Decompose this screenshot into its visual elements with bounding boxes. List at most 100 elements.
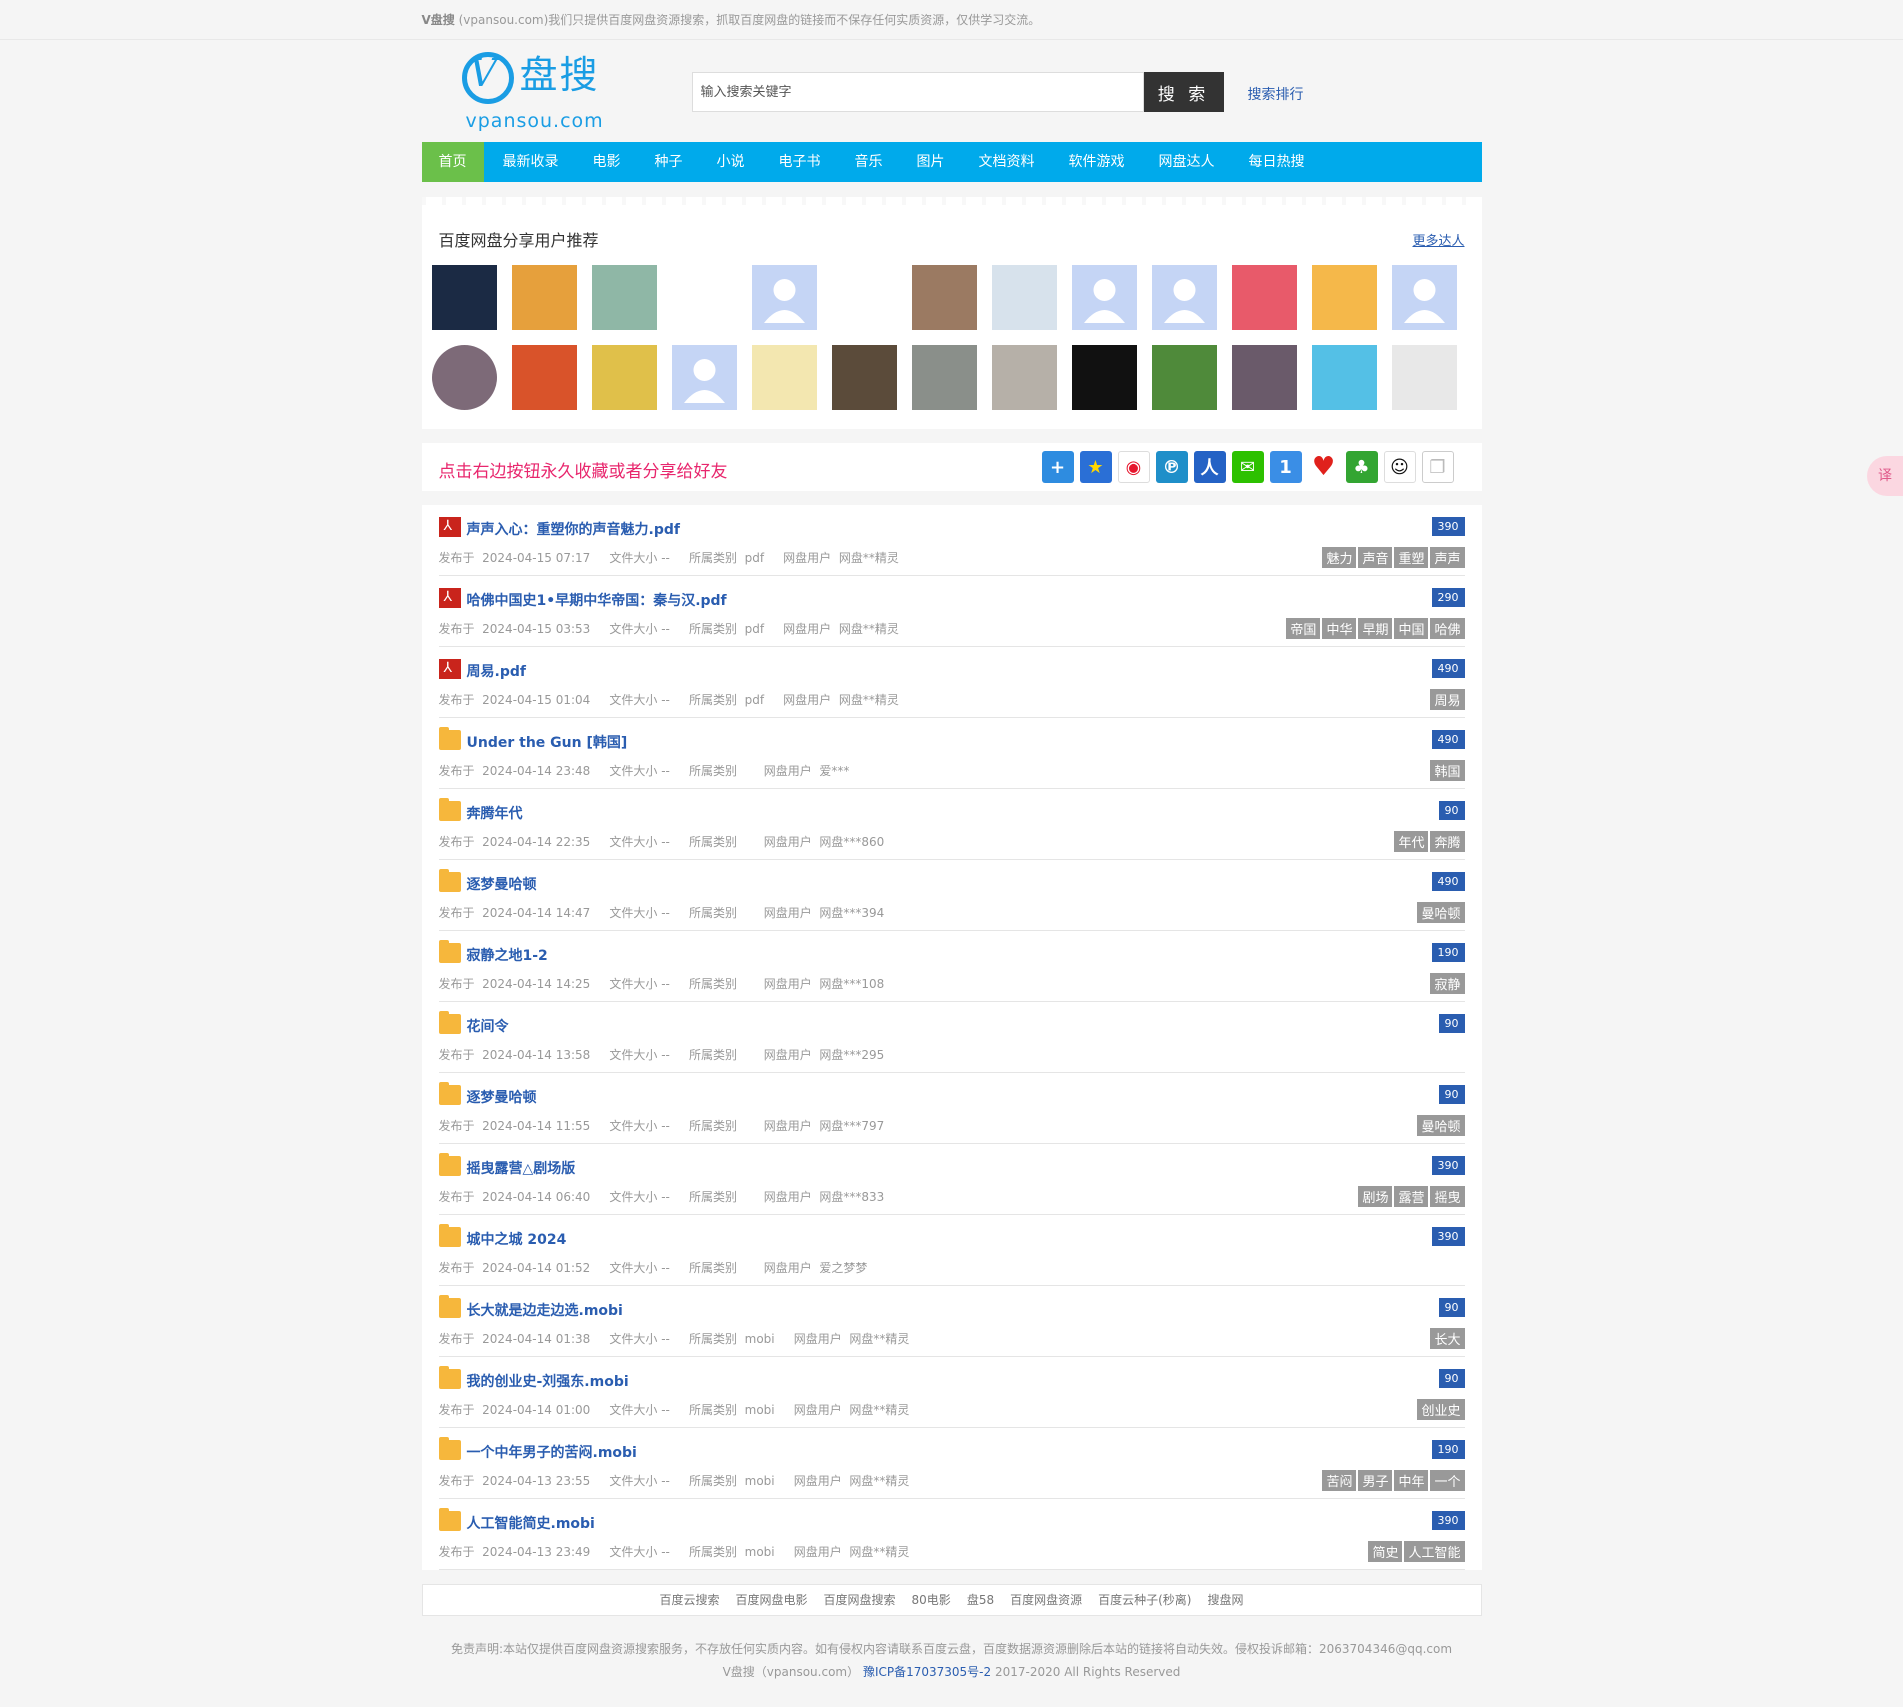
keyword-tag[interactable]: 中年 bbox=[1394, 1470, 1429, 1491]
icp-link[interactable]: 豫ICP备17037305号-2 bbox=[863, 1665, 991, 1679]
user-avatar[interactable] bbox=[991, 345, 1057, 410]
user-avatar[interactable] bbox=[431, 265, 497, 330]
share-more-icon[interactable]: + bbox=[1041, 451, 1074, 483]
keyword-tag[interactable]: 简史 bbox=[1368, 1541, 1403, 1562]
friend-link[interactable]: 百度云种子(秒离) bbox=[1098, 1593, 1191, 1607]
nav-item[interactable]: 音乐 bbox=[838, 142, 900, 182]
user-avatar[interactable] bbox=[511, 345, 577, 410]
tencent-weibo-icon[interactable]: ℗ bbox=[1155, 451, 1188, 483]
clover-icon[interactable]: ♣ bbox=[1345, 451, 1378, 483]
nav-item[interactable]: 首页 bbox=[421, 142, 484, 182]
wechat-icon[interactable]: ✉ bbox=[1231, 451, 1264, 483]
resource-title[interactable]: Under the Gun [韩国] bbox=[467, 732, 628, 752]
user-avatar[interactable] bbox=[671, 345, 737, 410]
user-avatar[interactable] bbox=[991, 265, 1057, 330]
user-avatar[interactable] bbox=[1071, 265, 1137, 330]
resource-title[interactable]: 人工智能简史.mobi bbox=[467, 1513, 595, 1533]
copy-icon[interactable]: ❐ bbox=[1421, 451, 1454, 483]
friend-link[interactable]: 80电影 bbox=[912, 1593, 951, 1607]
keyword-tag[interactable]: 创业史 bbox=[1417, 1399, 1465, 1420]
keyword-tag[interactable]: 男子 bbox=[1358, 1470, 1393, 1491]
search-input[interactable] bbox=[691, 72, 1144, 112]
user-avatar[interactable] bbox=[751, 265, 817, 330]
keyword-tag[interactable]: 摇曳 bbox=[1430, 1186, 1465, 1207]
keyword-tag[interactable]: 周易 bbox=[1430, 689, 1465, 710]
user-avatar[interactable] bbox=[1231, 345, 1297, 410]
keyword-tag[interactable]: 长大 bbox=[1430, 1328, 1465, 1349]
resource-title[interactable]: 周易.pdf bbox=[467, 661, 526, 681]
resource-title[interactable]: 奔腾年代 bbox=[467, 803, 523, 823]
friend-link[interactable]: 百度云搜索 bbox=[659, 1593, 719, 1607]
keyword-tag[interactable]: 寂静 bbox=[1430, 973, 1465, 994]
keyword-tag[interactable]: 声音 bbox=[1358, 547, 1393, 568]
user-avatar[interactable] bbox=[1151, 345, 1217, 410]
more-users-link[interactable]: 更多达人 bbox=[1412, 230, 1464, 249]
resource-title[interactable]: 哈佛中国史1•早期中华帝国：秦与汉.pdf bbox=[467, 590, 727, 610]
nav-item[interactable]: 软件游戏 bbox=[1052, 142, 1142, 182]
friend-link[interactable]: 百度网盘搜索 bbox=[824, 1593, 896, 1607]
keyword-tag[interactable]: 早期 bbox=[1358, 618, 1393, 639]
user-avatar[interactable] bbox=[911, 265, 977, 330]
renren-icon[interactable]: 人 bbox=[1193, 451, 1226, 483]
resource-title[interactable]: 摇曳露营△剧场版 bbox=[467, 1158, 576, 1178]
keyword-tag[interactable]: 韩国 bbox=[1430, 760, 1465, 781]
user-avatar[interactable] bbox=[1151, 265, 1217, 330]
resource-title[interactable]: 城中之城 2024 bbox=[467, 1229, 567, 1249]
nav-item[interactable]: 电子书 bbox=[762, 142, 838, 182]
keyword-tag[interactable]: 声声 bbox=[1430, 547, 1465, 568]
qq-icon[interactable]: ☺ bbox=[1383, 451, 1416, 483]
keyword-tag[interactable]: 中国 bbox=[1394, 618, 1429, 639]
keyword-tag[interactable]: 剧场 bbox=[1358, 1186, 1393, 1207]
keyword-tag[interactable]: 露营 bbox=[1394, 1186, 1429, 1207]
user-avatar[interactable] bbox=[1311, 265, 1377, 330]
favorite-heart-icon[interactable]: ♥ bbox=[1307, 451, 1340, 483]
nav-item[interactable]: 每日热搜 bbox=[1232, 142, 1322, 182]
nav-item[interactable]: 图片 bbox=[900, 142, 962, 182]
keyword-tag[interactable]: 中华 bbox=[1322, 618, 1357, 639]
friend-link[interactable]: 百度网盘资源 bbox=[1010, 1593, 1082, 1607]
nav-item[interactable]: 种子 bbox=[638, 142, 700, 182]
user-avatar[interactable] bbox=[1071, 345, 1137, 410]
nav-item[interactable]: 文档资料 bbox=[962, 142, 1052, 182]
resource-title[interactable]: 我的创业史-刘强东.mobi bbox=[467, 1371, 629, 1391]
friend-link[interactable]: 盘58 bbox=[967, 1593, 994, 1607]
resource-title[interactable]: 逐梦曼哈顿 bbox=[467, 874, 537, 894]
resource-title[interactable]: 声声入心：重塑你的声音魅力.pdf bbox=[467, 519, 680, 539]
translate-button[interactable]: 译 bbox=[1867, 456, 1903, 496]
user-avatar[interactable] bbox=[511, 265, 577, 330]
user-avatar[interactable] bbox=[1391, 265, 1457, 330]
search-rank-link[interactable]: 搜索排行 bbox=[1248, 84, 1304, 104]
kaixin-icon[interactable]: 1 bbox=[1269, 451, 1302, 483]
resource-title[interactable]: 花间令 bbox=[467, 1016, 509, 1036]
user-avatar[interactable] bbox=[431, 345, 497, 410]
nav-item[interactable]: 小说 bbox=[700, 142, 762, 182]
keyword-tag[interactable]: 一个 bbox=[1430, 1470, 1465, 1491]
resource-title[interactable]: 逐梦曼哈顿 bbox=[467, 1087, 537, 1107]
weibo-icon[interactable]: ◉ bbox=[1117, 451, 1150, 483]
resource-title[interactable]: 一个中年男子的苦闷.mobi bbox=[467, 1442, 637, 1462]
keyword-tag[interactable]: 魅力 bbox=[1322, 547, 1357, 568]
search-button[interactable]: 搜 索 bbox=[1143, 72, 1224, 112]
user-avatar[interactable] bbox=[911, 345, 977, 410]
user-avatar[interactable] bbox=[591, 345, 657, 410]
qzone-icon[interactable]: ★ bbox=[1079, 451, 1112, 483]
logo[interactable]: V 盘搜 vpansou.com bbox=[460, 48, 603, 131]
nav-item[interactable]: 网盘达人 bbox=[1142, 142, 1232, 182]
keyword-tag[interactable]: 人工智能 bbox=[1404, 1541, 1465, 1562]
user-avatar[interactable] bbox=[751, 345, 817, 410]
keyword-tag[interactable]: 奔腾 bbox=[1430, 831, 1465, 852]
keyword-tag[interactable]: 年代 bbox=[1394, 831, 1429, 852]
nav-item[interactable]: 最新收录 bbox=[484, 142, 576, 182]
friend-link[interactable]: 百度网盘电影 bbox=[736, 1593, 808, 1607]
keyword-tag[interactable]: 帝国 bbox=[1286, 618, 1321, 639]
user-avatar[interactable] bbox=[591, 265, 657, 330]
user-avatar[interactable] bbox=[1391, 345, 1457, 410]
user-avatar[interactable] bbox=[671, 265, 737, 330]
resource-title[interactable]: 长大就是边走边选.mobi bbox=[467, 1300, 623, 1320]
keyword-tag[interactable]: 重塑 bbox=[1394, 547, 1429, 568]
user-avatar[interactable] bbox=[1231, 265, 1297, 330]
keyword-tag[interactable]: 曼哈顿 bbox=[1417, 1115, 1465, 1136]
keyword-tag[interactable]: 苦闷 bbox=[1322, 1470, 1357, 1491]
keyword-tag[interactable]: 曼哈顿 bbox=[1417, 902, 1465, 923]
user-avatar[interactable] bbox=[1311, 345, 1377, 410]
